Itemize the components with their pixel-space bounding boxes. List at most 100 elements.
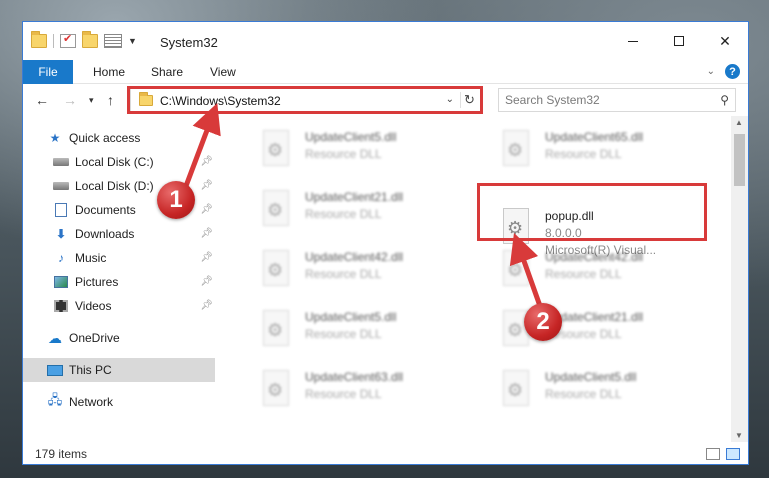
step-1-badge: 1: [157, 181, 195, 219]
quick-access-toolbar: ▼: [31, 31, 137, 48]
pin-icon[interactable]: 📌︎: [200, 180, 213, 191]
forward-arrow-icon[interactable]: →: [63, 92, 77, 108]
star-icon: ★: [49, 131, 61, 145]
pin-icon[interactable]: 📌︎: [200, 300, 213, 311]
sidebar-item-music[interactable]: ♪ Music 📌︎: [23, 246, 215, 270]
sidebar-item-label: Documents: [75, 203, 136, 217]
ribbon-tabs: File Home Share View ⌄ ?: [23, 60, 748, 84]
file-item[interactable]: ⚙ UpdateClient65.dll Resource DLL: [493, 124, 723, 180]
sidebar-item-label: Downloads: [75, 227, 135, 241]
details-view-icon[interactable]: [706, 448, 720, 460]
this-pc-icon-wrap: [47, 363, 63, 377]
file-type: Resource DLL: [305, 387, 382, 401]
title-bar: ▼ System32 ✕: [23, 22, 748, 60]
file-name: UpdateClient42.dll: [305, 250, 404, 264]
dll-file-icon: ⚙: [259, 310, 293, 354]
pin-icon[interactable]: 📌︎: [200, 252, 213, 263]
scroll-down-icon[interactable]: ▼: [735, 431, 743, 440]
file-item[interactable]: ⚙ UpdateClient42.dll Resource DLL: [493, 244, 723, 300]
file-name: UpdateClient21.dll: [305, 190, 404, 204]
music-icon: ♪: [58, 251, 64, 265]
address-highlight-box: [127, 86, 483, 114]
file-item[interactable]: ⚙ UpdateClient5.dll Resource DLL: [253, 304, 483, 360]
dll-file-icon: ⚙: [259, 130, 293, 174]
network-icon: 🖧︎: [47, 392, 63, 407]
pictures-icon-wrap: [53, 275, 69, 289]
vertical-scrollbar[interactable]: ▲ ▼: [731, 116, 748, 442]
search-box[interactable]: ⚲: [498, 88, 736, 112]
this-pc-icon: [47, 364, 63, 376]
status-bar: 179 items: [23, 442, 748, 464]
window-controls: ✕: [610, 22, 748, 60]
sidebar-item-local-disk-c[interactable]: Local Disk (C:) 📌︎: [23, 150, 215, 174]
search-icon: ⚲: [720, 93, 729, 107]
ribbon-right-controls: ⌄ ?: [707, 64, 740, 79]
view-switcher: [706, 448, 740, 460]
file-item[interactable]: ⚙ UpdateClient63.dll Resource DLL: [253, 364, 483, 420]
file-name: UpdateClient5.dll: [545, 370, 637, 384]
scroll-up-icon[interactable]: ▲: [735, 118, 743, 127]
view-properties-icon[interactable]: [104, 34, 122, 48]
sidebar-item-label: This PC: [69, 363, 112, 377]
file-name: UpdateClient5.dll: [305, 310, 397, 324]
customize-toolbar-chevron-icon[interactable]: ▼: [128, 36, 137, 46]
sidebar-item-label: Quick access: [69, 131, 141, 145]
drive-icon: [53, 158, 69, 166]
navigation-pane: ★ Quick access Local Disk (C:) 📌︎ Local …: [23, 116, 221, 442]
recent-locations-chevron-icon[interactable]: ▾: [89, 95, 94, 106]
properties-check-icon[interactable]: [60, 32, 76, 48]
file-name: UpdateClient63.dll: [305, 370, 404, 384]
maximize-icon: [674, 36, 684, 46]
file-highlight-box: [477, 183, 707, 241]
tab-file[interactable]: File: [23, 60, 73, 84]
drive-d-icon-wrap: [53, 179, 69, 193]
tab-share[interactable]: Share: [151, 60, 183, 84]
sidebar-item-label: Videos: [75, 299, 112, 313]
pin-icon[interactable]: 📌︎: [200, 156, 213, 167]
maximize-button[interactable]: [656, 22, 702, 60]
step-2-badge: 2: [524, 303, 562, 341]
file-item[interactable]: ⚙ UpdateClient5.dll Resource DLL: [253, 124, 483, 180]
dll-file-icon: ⚙: [499, 370, 533, 414]
documents-icon-wrap: [53, 203, 69, 217]
sidebar-item-onedrive[interactable]: ☁ OneDrive: [23, 326, 215, 350]
folder-icon[interactable]: [31, 31, 47, 48]
tab-view[interactable]: View: [210, 60, 236, 84]
pin-icon[interactable]: 📌︎: [200, 276, 213, 287]
up-arrow-icon[interactable]: ↑: [107, 92, 114, 108]
new-folder-icon[interactable]: [82, 31, 98, 48]
file-type: Resource DLL: [545, 267, 622, 281]
file-type: Resource DLL: [545, 147, 622, 161]
file-type: Resource DLL: [305, 267, 382, 281]
sidebar-item-quick-access[interactable]: ★ Quick access: [23, 126, 215, 150]
minimize-button[interactable]: [610, 22, 656, 60]
search-input[interactable]: [505, 90, 715, 110]
dll-file-icon: ⚙: [259, 250, 293, 294]
close-button[interactable]: ✕: [702, 22, 748, 60]
scroll-thumb[interactable]: [734, 134, 745, 186]
file-name: UpdateClient42.dll: [545, 250, 644, 264]
back-arrow-icon[interactable]: ←: [35, 92, 49, 108]
sidebar-item-this-pc[interactable]: This PC: [23, 358, 215, 382]
file-type: Resource DLL: [305, 207, 382, 221]
videos-icon: [54, 300, 68, 312]
file-item[interactable]: ⚙ UpdateClient5.dll Resource DLL: [493, 364, 723, 420]
file-item[interactable]: ⚙ UpdateClient42.dll Resource DLL: [253, 244, 483, 300]
dll-file-icon: ⚙: [259, 190, 293, 234]
file-item[interactable]: ⚙ UpdateClient21.dll Resource DLL: [253, 184, 483, 240]
file-name: UpdateClient65.dll: [545, 130, 644, 144]
tiles-view-icon[interactable]: [726, 448, 740, 460]
sidebar-item-label: Local Disk (D:): [75, 179, 154, 193]
toolbar-separator: [53, 34, 54, 48]
pin-icon[interactable]: 📌︎: [200, 204, 213, 215]
sidebar-item-downloads[interactable]: ⬇ Downloads 📌︎: [23, 222, 215, 246]
item-count: 179 items: [35, 447, 88, 461]
help-icon[interactable]: ?: [725, 64, 740, 79]
sidebar-item-network[interactable]: 🖧︎ Network: [23, 390, 215, 414]
pin-icon[interactable]: 📌︎: [200, 228, 213, 239]
tab-home[interactable]: Home: [93, 60, 125, 84]
expand-ribbon-chevron-icon[interactable]: ⌄: [707, 66, 715, 77]
sidebar-item-videos[interactable]: Videos 📌︎: [23, 294, 215, 318]
sidebar-item-pictures[interactable]: Pictures 📌︎: [23, 270, 215, 294]
sidebar-item-label: Music: [75, 251, 107, 265]
